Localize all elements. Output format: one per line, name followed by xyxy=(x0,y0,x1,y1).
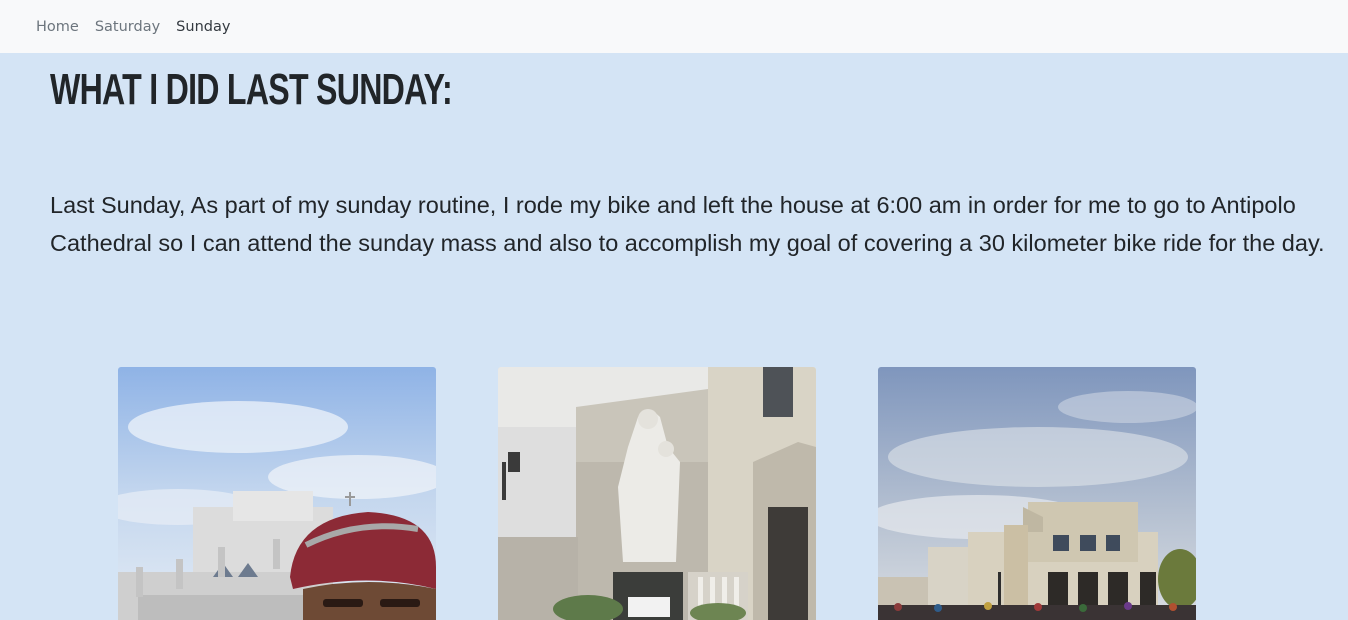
page-title: What I did last sunday: xyxy=(50,65,453,114)
photo-statue-image xyxy=(498,367,816,620)
photo-cathedral-facade xyxy=(878,367,1196,620)
nav-link-sunday[interactable]: Sunday xyxy=(176,19,230,35)
nav-link-saturday[interactable]: Saturday xyxy=(95,19,160,35)
photo-facade-image xyxy=(878,367,1196,620)
intro-paragraph: Last Sunday, As part of my sunday routin… xyxy=(50,192,1325,256)
photo-statue-cathedral xyxy=(498,367,816,620)
nav-link-home[interactable]: Home xyxy=(36,19,79,35)
photo-selfie-image xyxy=(118,367,436,620)
photo-selfie-cathedral xyxy=(118,367,436,620)
top-navbar: Home Saturday Sunday xyxy=(0,0,1348,53)
